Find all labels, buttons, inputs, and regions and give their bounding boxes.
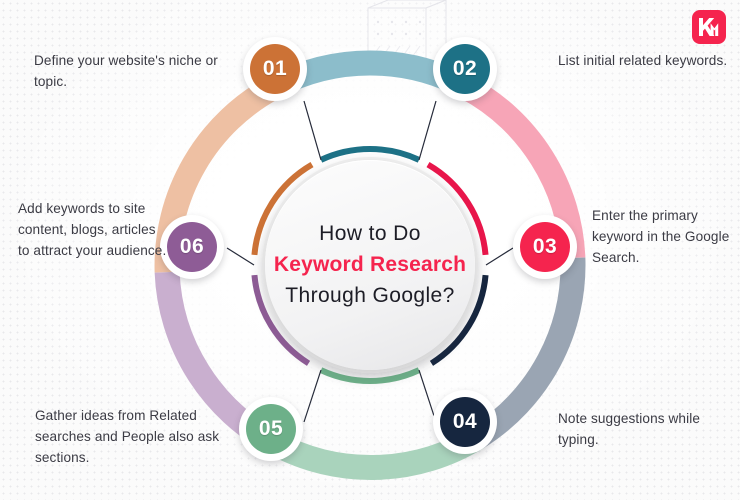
km-logo-glyph: [699, 18, 719, 36]
step-caption-01: Define your website's niche or topic.: [34, 53, 218, 90]
connector-05: [303, 369, 322, 423]
connector-06: [226, 247, 255, 266]
step-caption-06: Add keywords to site content, blogs, art…: [18, 201, 167, 259]
step-badge-01[interactable]: 01: [243, 37, 307, 101]
connector-03: [485, 247, 514, 266]
step-number-01: 01: [250, 44, 300, 94]
step-badge-02[interactable]: 02: [433, 37, 497, 101]
step-badge-06[interactable]: 06: [160, 215, 224, 279]
step-caption-04: Note suggestions while typing.: [558, 411, 700, 448]
hub-line-2-accent: Keyword Research: [273, 253, 467, 276]
step-badge-03[interactable]: 03: [513, 215, 577, 279]
step-badge-05[interactable]: 05: [239, 397, 303, 461]
km-monogram-logo[interactable]: [692, 10, 726, 44]
step-number-04: 04: [440, 397, 490, 447]
hub-line-3: Through Google?: [285, 284, 455, 307]
step-number-02: 02: [440, 44, 490, 94]
center-hub: How to Do Keyword Research Through Googl…: [265, 160, 475, 370]
step-number-06: 06: [167, 222, 217, 272]
step-badge-04[interactable]: 04: [433, 390, 497, 454]
step-number-03: 03: [520, 222, 570, 272]
step-caption-05: Gather ideas from Related searches and P…: [35, 408, 220, 466]
connector-02: [418, 100, 437, 161]
step-caption-02: List initial related keywords.: [558, 53, 728, 68]
step-caption-03: Enter the primary keyword in the Google …: [592, 208, 730, 266]
step-number-05: 05: [246, 404, 296, 454]
hub-line-1: How to Do: [319, 222, 421, 245]
connector-01: [303, 100, 322, 161]
